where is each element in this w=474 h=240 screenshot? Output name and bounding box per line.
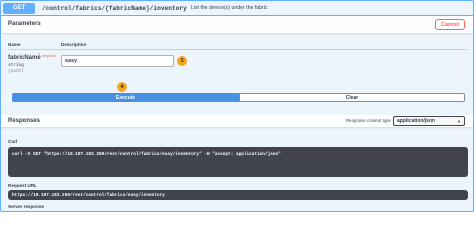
parameter-location: (path) xyxy=(8,69,24,74)
curl-command-block[interactable]: curl -X GET "https://10.107.183.209/rest… xyxy=(8,147,468,177)
parameter-type: string xyxy=(8,63,24,68)
server-response-label: Server response xyxy=(8,204,45,209)
cancel-button[interactable]: Cancel xyxy=(435,19,465,30)
clear-button[interactable]: Clear xyxy=(239,93,465,102)
request-url-value: https://10.107.183.209/rest/control/fabr… xyxy=(12,193,165,198)
column-divider xyxy=(8,49,468,50)
operation-block: GET /control/fabrics/{fabricName}/invent… xyxy=(0,0,474,212)
endpoint-path: /control/fabrics/{fabricName}/inventory xyxy=(42,4,187,12)
step-3-badge: 3 xyxy=(177,56,187,66)
parameters-title: Parameters xyxy=(8,21,41,27)
required-label: required xyxy=(42,54,56,58)
column-header-name: Name xyxy=(8,42,21,47)
content-type-select[interactable]: application/json ▼ xyxy=(393,116,465,126)
request-url-block[interactable]: https://10.107.183.209/rest/control/fabr… xyxy=(8,190,468,200)
fabric-name-input[interactable] xyxy=(61,55,174,67)
request-url-label: Request URL xyxy=(8,183,37,188)
content-type-label: Response content type xyxy=(346,118,391,123)
parameters-header: Parameters Cancel xyxy=(1,16,473,33)
http-method-badge: GET xyxy=(3,2,35,14)
required-star: * xyxy=(38,53,40,59)
curl-command: curl -X GET "https://10.107.183.209/rest… xyxy=(12,152,281,157)
endpoint-description: List the device(s) under the fabric xyxy=(190,5,268,11)
chevron-down-icon: ▼ xyxy=(457,118,461,124)
content-type-value: application/json xyxy=(397,118,436,124)
execute-button[interactable]: Execute xyxy=(12,93,239,102)
responses-title: Responses xyxy=(8,118,41,124)
step-4-badge: 4 xyxy=(117,82,127,92)
column-header-description: Description xyxy=(61,42,87,47)
operation-summary[interactable]: GET /control/fabrics/{fabricName}/invent… xyxy=(1,1,473,16)
curl-label: Curl xyxy=(8,139,18,144)
parameter-name: fabricName xyxy=(8,55,41,61)
